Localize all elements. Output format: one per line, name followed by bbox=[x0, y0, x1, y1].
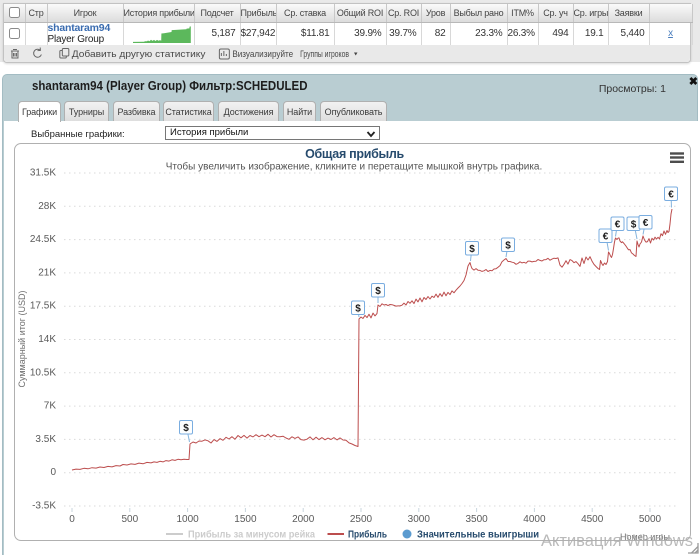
svg-text:2500: 2500 bbox=[350, 514, 373, 525]
svg-text:€: € bbox=[643, 218, 649, 229]
svg-text:€: € bbox=[615, 219, 621, 230]
svg-text:3.5K: 3.5K bbox=[35, 434, 56, 445]
svg-text:-3.5K: -3.5K bbox=[32, 501, 56, 512]
svg-text:1000: 1000 bbox=[176, 514, 199, 525]
svg-text:$: $ bbox=[505, 240, 511, 251]
svg-text:$: $ bbox=[355, 303, 361, 314]
svg-text:28K: 28K bbox=[38, 201, 56, 212]
svg-text:2000: 2000 bbox=[292, 514, 315, 525]
svg-text:17.5K: 17.5K bbox=[30, 301, 56, 312]
svg-text:4000: 4000 bbox=[523, 514, 546, 525]
svg-text:€: € bbox=[668, 189, 674, 200]
svg-text:10.5K: 10.5K bbox=[30, 367, 56, 378]
svg-text:500: 500 bbox=[121, 514, 138, 525]
svg-text:0: 0 bbox=[50, 467, 56, 478]
svg-text:Визуализируйте: Визуализируйте bbox=[232, 48, 293, 59]
svg-text:Суммарный итог (USD): Суммарный итог (USD) bbox=[17, 290, 27, 387]
svg-text:Чтобы увеличить изображение, к: Чтобы увеличить изображение, кликните и … bbox=[166, 161, 543, 173]
svg-text:1500: 1500 bbox=[234, 514, 257, 525]
svg-text:Группы игроков: Группы игроков bbox=[300, 48, 349, 59]
svg-text:Прибыль за минусом рейка: Прибыль за минусом рейка bbox=[188, 529, 315, 541]
svg-text:Значительные выигрыши: Значительные выигрыши bbox=[417, 530, 539, 541]
svg-text:21K: 21K bbox=[38, 267, 56, 278]
svg-text:Прибыль: Прибыль bbox=[348, 529, 387, 541]
svg-text:24.5K: 24.5K bbox=[30, 234, 56, 245]
svg-text:Общая прибыль: Общая прибыль bbox=[305, 147, 404, 161]
svg-text:3500: 3500 bbox=[465, 514, 488, 525]
svg-text:3000: 3000 bbox=[408, 514, 431, 525]
svg-text:0: 0 bbox=[69, 514, 75, 525]
svg-text:€: € bbox=[603, 231, 609, 242]
svg-text:31.5K: 31.5K bbox=[30, 168, 56, 179]
svg-text:7K: 7K bbox=[44, 401, 57, 412]
svg-text:Добавить другую статистику: Добавить другую статистику bbox=[72, 48, 206, 59]
svg-text:$: $ bbox=[631, 219, 637, 230]
svg-text:5000: 5000 bbox=[639, 514, 662, 525]
svg-text:14K: 14K bbox=[38, 334, 56, 345]
svg-text:$: $ bbox=[469, 244, 475, 255]
svg-text:$: $ bbox=[183, 423, 189, 434]
svg-text:$: $ bbox=[375, 286, 381, 297]
svg-text:4500: 4500 bbox=[581, 514, 604, 525]
